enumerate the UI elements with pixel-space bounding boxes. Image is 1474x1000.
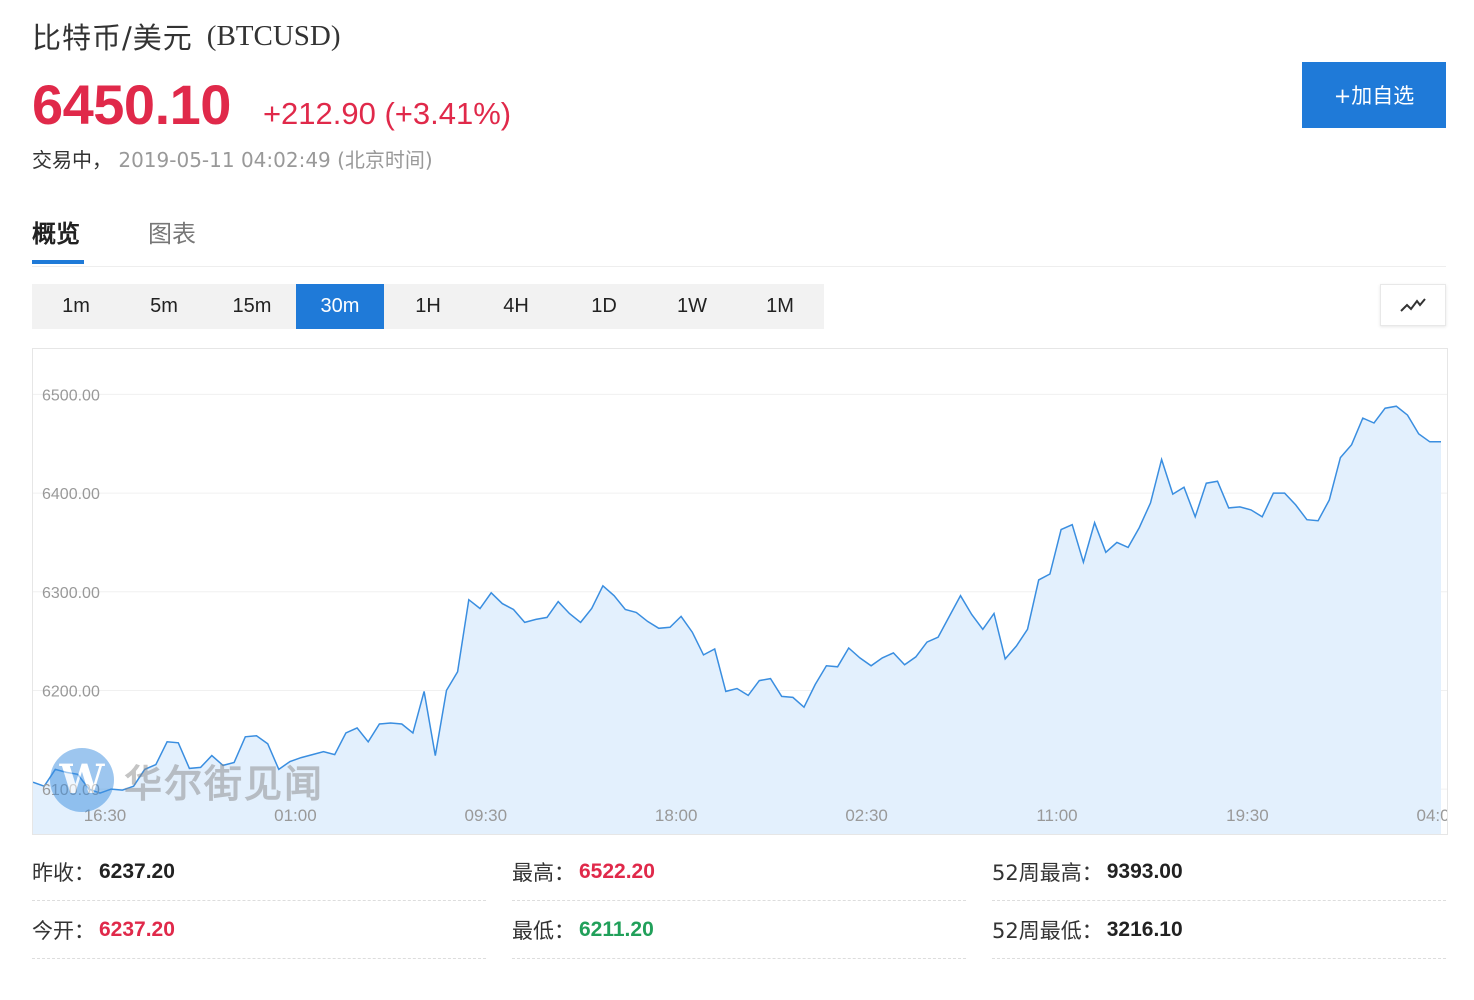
timestamp: 2019-05-11 04:02:49 (北京时间) (118, 148, 433, 172)
tab-chart[interactable]: 图表 (148, 214, 196, 249)
y-tick-label: 6500.00 (42, 387, 100, 404)
stat-label: 最高： (512, 860, 575, 885)
stat-value: 9393.00 (1106, 859, 1183, 883)
stat-value: 6211.20 (579, 917, 654, 941)
interval-5m[interactable]: 5m (120, 284, 208, 329)
instrument-code: (BTCUSD) (206, 19, 341, 52)
stat-label: 今开： (32, 918, 95, 943)
interval-1h[interactable]: 1H (384, 284, 472, 329)
watermark-text: 华尔街见闻 (124, 760, 325, 806)
interval-1m[interactable]: 1m (32, 284, 120, 329)
watermark-logo-icon: W (50, 748, 114, 812)
line-chart-icon (1400, 298, 1426, 312)
y-tick-label: 6200.00 (42, 683, 100, 700)
stat-label: 52周最低： (992, 918, 1103, 943)
status-text: 交易中， (32, 148, 112, 172)
active-tab-indicator (32, 260, 84, 264)
x-tick-label: 11:00 (1036, 806, 1077, 825)
last-price: 6450.10 (32, 73, 231, 136)
add-to-watchlist-button[interactable]: +加自选 (1302, 62, 1446, 128)
x-tick-label: 19:30 (1226, 806, 1269, 825)
tab-overview[interactable]: 概览 (32, 214, 80, 249)
trading-status: 交易中， 2019-05-11 04:02:49 (北京时间) (32, 144, 433, 173)
stat-open: 今开： 6237.20 (32, 901, 486, 959)
stat-52w-low: 52周最低： 3216.10 (992, 901, 1446, 959)
interval-15m[interactable]: 15m (208, 284, 296, 329)
stat-value: 6237.20 (99, 859, 175, 883)
x-tick-label: 18:00 (655, 806, 698, 825)
stat-value: 6237.20 (99, 917, 175, 941)
stat-52w-high: 52周最高： 9393.00 (992, 843, 1446, 901)
interval-1d[interactable]: 1D (560, 284, 648, 329)
stat-label: 最低： (512, 918, 575, 943)
x-tick-label: 09:30 (465, 806, 508, 825)
stat-prev-close: 昨收： 6237.20 (32, 843, 486, 901)
price-row: 6450.10 +212.90 (+3.41%) (32, 72, 511, 142)
interval-1w[interactable]: 1W (648, 284, 736, 329)
tab-bar: 概览 图表 (32, 198, 1446, 267)
stat-label: 52周最高： (992, 860, 1103, 885)
stat-label: 昨收： (32, 860, 95, 885)
chart-type-toggle-button[interactable] (1380, 284, 1446, 326)
y-tick-label: 6400.00 (42, 486, 100, 503)
instrument-title: 比特币/美元 (BTCUSD) (32, 14, 341, 58)
y-tick-label: 6300.00 (42, 585, 100, 602)
interval-1mo[interactable]: 1M (736, 284, 824, 329)
stat-value: 3216.10 (1106, 917, 1183, 941)
interval-30m[interactable]: 30m (296, 284, 384, 329)
watermark: W 华尔街见闻 (50, 748, 324, 812)
instrument-name: 比特币/美元 (32, 21, 193, 55)
interval-4h[interactable]: 4H (472, 284, 560, 329)
price-change: +212.90 (+3.41%) (262, 96, 512, 131)
interval-selector: 1m 5m 15m 30m 1H 4H 1D 1W 1M (32, 284, 824, 329)
x-tick-label: 04:00 (1417, 806, 1448, 825)
x-tick-label: 02:30 (845, 806, 888, 825)
stat-value: 6522.20 (579, 859, 655, 883)
stat-low: 最低： 6211.20 (512, 901, 966, 959)
stat-high: 最高： 6522.20 (512, 843, 966, 901)
